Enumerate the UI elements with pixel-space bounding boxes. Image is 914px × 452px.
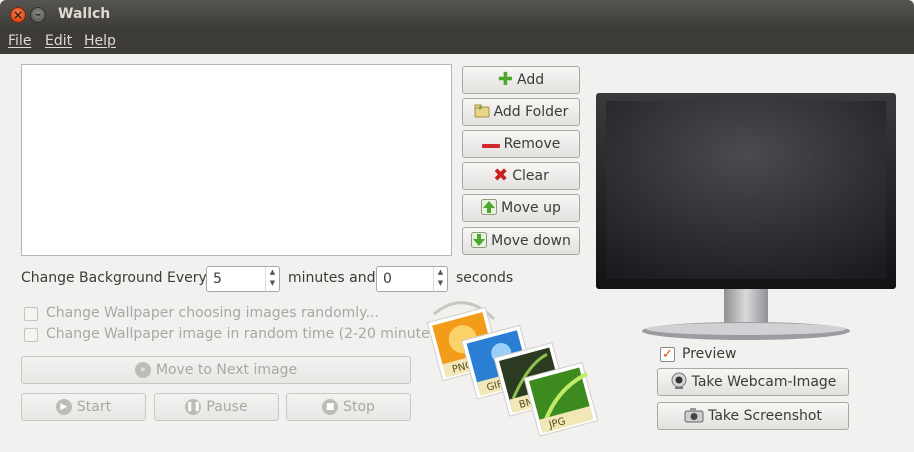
play-icon: ▶: [55, 399, 72, 415]
stop-icon: ■: [322, 399, 339, 415]
take-webcam-image-button[interactable]: Take Webcam-Image: [657, 368, 849, 396]
pause-button[interactable]: ❚❚ Pause: [154, 393, 279, 421]
minutes-value: 5: [213, 271, 222, 287]
webcam-icon: [670, 372, 688, 393]
wallpaper-preview-monitor: [596, 93, 896, 341]
move-down-button[interactable]: Move down: [462, 227, 580, 255]
move-down-button-label: Move down: [491, 233, 571, 249]
add-button-label: Add: [516, 72, 545, 88]
add-button[interactable]: ✚ Add: [462, 66, 580, 94]
stop-label: Stop: [343, 399, 375, 415]
menu-edit[interactable]: Edit: [45, 33, 72, 49]
take-screenshot-button[interactable]: Take Screenshot: [657, 402, 849, 430]
seconds-stepper[interactable]: ▲ ▼: [433, 267, 447, 291]
arrow-down-icon: [471, 231, 488, 251]
take-webcam-image-label: Take Webcam-Image: [691, 374, 837, 390]
seconds-label: seconds: [456, 270, 514, 286]
title-bar: × – Wallch: [0, 0, 914, 30]
close-window-button[interactable]: ×: [10, 7, 26, 23]
minus-icon: [481, 137, 500, 152]
minutes-stepper[interactable]: ▲ ▼: [265, 267, 279, 291]
image-list[interactable]: [21, 64, 452, 256]
preview-checkbox[interactable]: ✓: [660, 347, 675, 362]
clear-button[interactable]: ✖ Clear: [462, 162, 580, 190]
seconds-spinbox[interactable]: 0 ▲ ▼: [376, 266, 448, 292]
plus-icon: ✚: [497, 69, 513, 90]
image-formats-illustration: PNG GIF BMP JPG: [424, 294, 604, 440]
clear-button-label: Clear: [512, 168, 549, 184]
x-icon: ✖: [493, 165, 509, 186]
take-screenshot-label: Take Screenshot: [708, 408, 822, 424]
add-folder-button-label: Add Folder: [493, 104, 569, 120]
random-images-checkbox[interactable]: [24, 307, 38, 321]
seconds-value: 0: [383, 271, 392, 287]
move-up-button[interactable]: Move up: [462, 194, 580, 222]
random-time-label: Change Wallpaper image in random time (2…: [46, 326, 443, 342]
chevron-up-icon[interactable]: ▲: [434, 267, 447, 278]
random-time-checkbox[interactable]: [24, 328, 38, 342]
minutes-spinbox[interactable]: 5 ▲ ▼: [206, 266, 280, 292]
stop-button[interactable]: ■ Stop: [286, 393, 411, 421]
add-folder-button[interactable]: + Add Folder: [462, 98, 580, 126]
svg-text:+: +: [477, 104, 483, 112]
minimize-window-button[interactable]: –: [30, 7, 46, 23]
menu-help[interactable]: Help: [84, 33, 116, 49]
start-button[interactable]: ▶ Start: [21, 393, 146, 421]
random-images-label: Change Wallpaper choosing images randoml…: [46, 305, 379, 321]
arrow-up-icon: [481, 198, 498, 218]
remove-button-label: Remove: [503, 136, 561, 152]
minutes-label: minutes and: [288, 270, 376, 286]
preview-label: Preview: [682, 346, 737, 362]
minimize-icon: –: [35, 7, 41, 21]
move-to-next-button[interactable]: » Move to Next image: [21, 356, 411, 384]
folder-add-icon: +: [474, 104, 490, 121]
pause-label: Pause: [206, 399, 248, 415]
menu-file[interactable]: File: [8, 33, 31, 49]
move-up-button-label: Move up: [501, 200, 561, 216]
camera-icon: [684, 407, 704, 426]
close-icon: ×: [12, 8, 24, 22]
chevron-down-icon[interactable]: ▼: [266, 278, 279, 289]
remove-button[interactable]: Remove: [462, 130, 580, 158]
chevron-down-icon[interactable]: ▼: [434, 278, 447, 289]
pause-icon: ❚❚: [185, 399, 202, 415]
menu-bar: File Edit Help: [0, 30, 914, 54]
window-title: Wallch: [58, 6, 111, 22]
change-background-label: Change Background Every:: [21, 270, 211, 286]
move-to-next-label: Move to Next image: [155, 362, 298, 378]
chevron-up-icon[interactable]: ▲: [266, 267, 279, 278]
start-label: Start: [76, 399, 112, 415]
next-icon: »: [134, 362, 151, 378]
